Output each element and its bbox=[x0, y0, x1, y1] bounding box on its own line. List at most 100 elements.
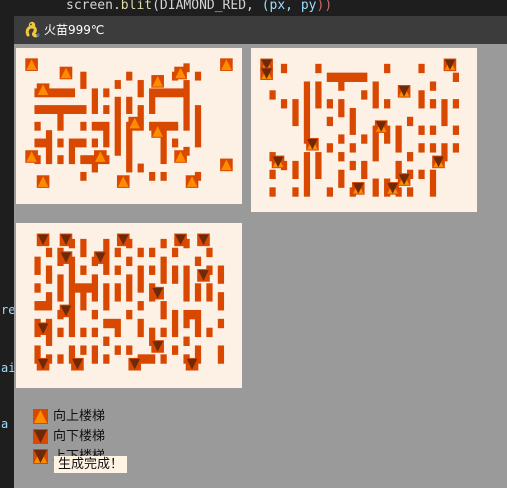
maze-wall bbox=[395, 160, 402, 171]
maze-wall bbox=[441, 99, 448, 109]
ide-gutter-strip: re ai a bbox=[0, 16, 15, 488]
maze-wall bbox=[137, 318, 144, 329]
maze-wall bbox=[149, 105, 156, 114]
maze-wall bbox=[126, 146, 133, 156]
maze-wall bbox=[183, 274, 190, 284]
maze-wall bbox=[91, 96, 98, 106]
maze-wall bbox=[45, 105, 53, 114]
maze-wall bbox=[68, 318, 76, 329]
maze-wall bbox=[34, 256, 41, 267]
maze-wall bbox=[68, 292, 76, 302]
maze-wall bbox=[57, 354, 64, 364]
maze-wall bbox=[217, 265, 225, 275]
maze-wall bbox=[126, 292, 133, 302]
maze-wall bbox=[217, 301, 225, 311]
maze-wall bbox=[80, 345, 87, 355]
maze-wall bbox=[34, 283, 41, 293]
maze-wall bbox=[160, 265, 167, 275]
maze-wall bbox=[217, 292, 225, 302]
game-canvas[interactable]: 向上楼梯 向下楼梯 上下楼梯 生成完成！ bbox=[14, 44, 507, 488]
maze-wall bbox=[452, 99, 460, 109]
maze-wall bbox=[149, 265, 156, 275]
maze-wall bbox=[57, 327, 64, 338]
maze-wall bbox=[68, 155, 76, 165]
maze-wall bbox=[194, 283, 202, 293]
maze-wall bbox=[80, 301, 87, 311]
maze-wall bbox=[194, 327, 202, 338]
maze-wall bbox=[206, 292, 213, 302]
maze-wall bbox=[349, 116, 356, 127]
maze-wall bbox=[103, 265, 110, 275]
maze-wall bbox=[126, 256, 133, 267]
maze-wall bbox=[292, 99, 299, 109]
maze-wall bbox=[80, 171, 87, 181]
maze-wall bbox=[338, 81, 345, 91]
maze-wall bbox=[280, 99, 288, 109]
maze-wall bbox=[361, 134, 368, 144]
window-titlebar[interactable]: 火苗999℃ bbox=[14, 16, 507, 44]
maze-wall bbox=[126, 155, 133, 165]
legend-label-down: 向下楼梯 bbox=[53, 429, 106, 444]
maze-wall bbox=[103, 238, 110, 249]
maze-wall bbox=[372, 143, 379, 153]
maze-wall bbox=[114, 345, 121, 355]
maze-wall bbox=[338, 99, 345, 109]
maze-wall bbox=[91, 283, 98, 293]
python-snake-icon bbox=[25, 21, 40, 38]
maze-wall bbox=[86, 283, 93, 293]
maze-wall bbox=[34, 105, 41, 114]
maze-wall bbox=[160, 274, 167, 284]
stairs-both-icon bbox=[33, 449, 48, 464]
maze-wall bbox=[217, 318, 225, 329]
maze-wall bbox=[149, 171, 156, 181]
maze-wall bbox=[326, 72, 333, 82]
maze-wall bbox=[63, 88, 70, 98]
maze-wall bbox=[361, 160, 368, 171]
maze-wall bbox=[45, 155, 53, 165]
maze-wall bbox=[137, 274, 144, 284]
maze-wall bbox=[326, 143, 333, 153]
maze-wall bbox=[303, 90, 311, 100]
maze-wall bbox=[349, 107, 356, 118]
maze-wall bbox=[292, 116, 299, 127]
ide-code-strip: screen.blit(DIAMOND_RED, (px, py)) bbox=[0, 0, 507, 16]
maze-wall bbox=[429, 178, 437, 188]
maze-wall bbox=[103, 336, 110, 346]
maze-wall bbox=[34, 121, 41, 131]
maze-wall bbox=[126, 96, 133, 106]
maze-wall bbox=[429, 143, 437, 153]
maze-wall bbox=[315, 152, 322, 162]
maze-floor-1 bbox=[16, 48, 242, 204]
maze-wall bbox=[74, 105, 81, 114]
maze-wall bbox=[206, 327, 213, 338]
maze-wall bbox=[126, 71, 133, 81]
maze-wall bbox=[143, 354, 150, 364]
maze-wall bbox=[68, 345, 76, 355]
maze-wall bbox=[441, 143, 448, 153]
maze-wall bbox=[361, 169, 368, 180]
maze-wall bbox=[51, 88, 58, 98]
maze-wall bbox=[429, 99, 437, 109]
code-token-args: (DIAMOND_RED, bbox=[152, 0, 262, 13]
maze-wall bbox=[292, 160, 299, 171]
maze-wall bbox=[395, 134, 402, 144]
maze-wall bbox=[114, 105, 121, 114]
maze-wall bbox=[452, 125, 460, 135]
maze-wall bbox=[171, 247, 179, 258]
maze-wall bbox=[160, 301, 167, 311]
maze-wall bbox=[160, 309, 167, 320]
maze-wall bbox=[45, 274, 53, 284]
maze-wall bbox=[303, 160, 311, 171]
maze-wall bbox=[80, 238, 87, 249]
maze-wall bbox=[280, 63, 288, 74]
maze-wall bbox=[183, 80, 190, 89]
maze-wall bbox=[395, 125, 402, 135]
maze-wall bbox=[57, 105, 64, 114]
maze-wall bbox=[68, 265, 76, 275]
maze-wall bbox=[149, 96, 156, 106]
legend-item-up: 向上楼梯 bbox=[33, 408, 183, 427]
maze-wall bbox=[315, 90, 322, 100]
maze-wall bbox=[68, 274, 76, 284]
maze-wall bbox=[217, 274, 225, 284]
maze-wall bbox=[406, 116, 414, 127]
